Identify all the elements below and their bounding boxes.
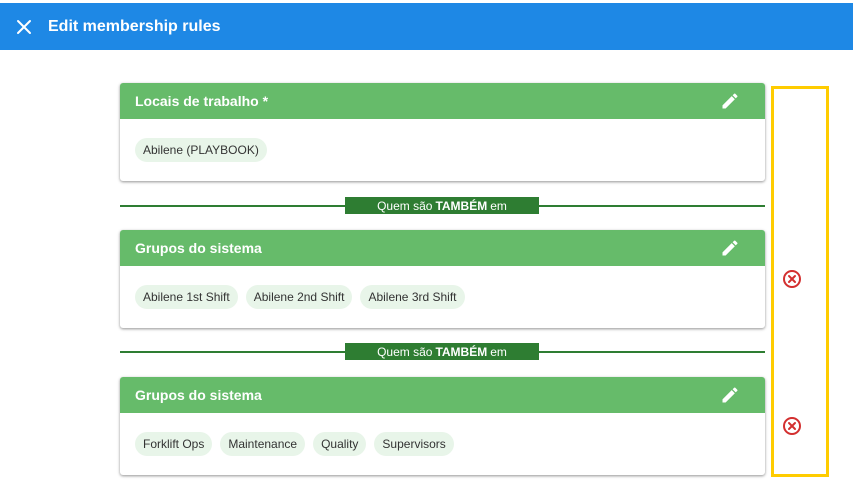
remove-rule-button[interactable] [781, 268, 803, 290]
connector-label: Quem são TAMBÉM em [345, 343, 539, 360]
connector-prefix: Quem são [377, 198, 433, 213]
rule-card-system-groups: Grupos do sistema Abilene 1st Shift Abil… [120, 230, 765, 328]
rule-card-body: Forklift Ops Maintenance Quality Supervi… [120, 413, 765, 475]
rule-card-title: Grupos do sistema [135, 387, 262, 403]
chip: Supervisors [374, 432, 454, 456]
remove-circle-icon [783, 417, 801, 435]
rule-card-header: Grupos do sistema [120, 377, 765, 413]
rule-card-workplaces: Locais de trabalho * Abilene (PLAYBOOK) [120, 83, 765, 181]
app-header: Edit membership rules [0, 3, 853, 50]
chip: Abilene (PLAYBOOK) [135, 138, 267, 162]
close-button[interactable] [0, 3, 48, 50]
connector-prefix: Quem são [377, 344, 433, 359]
edit-rule-button[interactable] [719, 384, 741, 406]
chip: Abilene 3rd Shift [360, 285, 465, 309]
pencil-icon [722, 93, 738, 109]
rule-connector: Quem são TAMBÉM em [120, 343, 765, 361]
rule-card-header: Grupos do sistema [120, 230, 765, 266]
rule-card-system-groups-2: Grupos do sistema Forklift Ops Maintenan… [120, 377, 765, 475]
edit-rule-button[interactable] [719, 90, 741, 112]
remove-circle-icon [783, 270, 801, 288]
chip: Forklift Ops [135, 432, 213, 456]
rule-card-title: Grupos do sistema [135, 240, 262, 256]
rule-card-title: Locais de trabalho * [135, 93, 269, 109]
connector-label: Quem são TAMBÉM em [345, 197, 539, 214]
remove-rule-button[interactable] [781, 415, 803, 437]
page-title: Edit membership rules [48, 17, 221, 35]
pencil-icon [722, 387, 738, 403]
chip: Abilene 1st Shift [135, 285, 238, 309]
edit-rule-button[interactable] [719, 237, 741, 259]
chip: Maintenance [220, 432, 306, 456]
connector-emphasis: TAMBÉM [435, 198, 488, 213]
rule-card-header: Locais de trabalho * [120, 83, 765, 119]
connector-emphasis: TAMBÉM [435, 344, 488, 359]
rule-connector: Quem são TAMBÉM em [120, 197, 765, 215]
chip: Abilene 2nd Shift [245, 285, 353, 309]
connector-suffix: em [490, 344, 507, 359]
close-icon [17, 19, 31, 34]
rule-card-body: Abilene 1st Shift Abilene 2nd Shift Abil… [120, 266, 765, 328]
rule-card-body: Abilene (PLAYBOOK) [120, 119, 765, 181]
pencil-icon [722, 240, 738, 256]
chip: Quality [313, 432, 367, 456]
connector-suffix: em [490, 198, 507, 213]
